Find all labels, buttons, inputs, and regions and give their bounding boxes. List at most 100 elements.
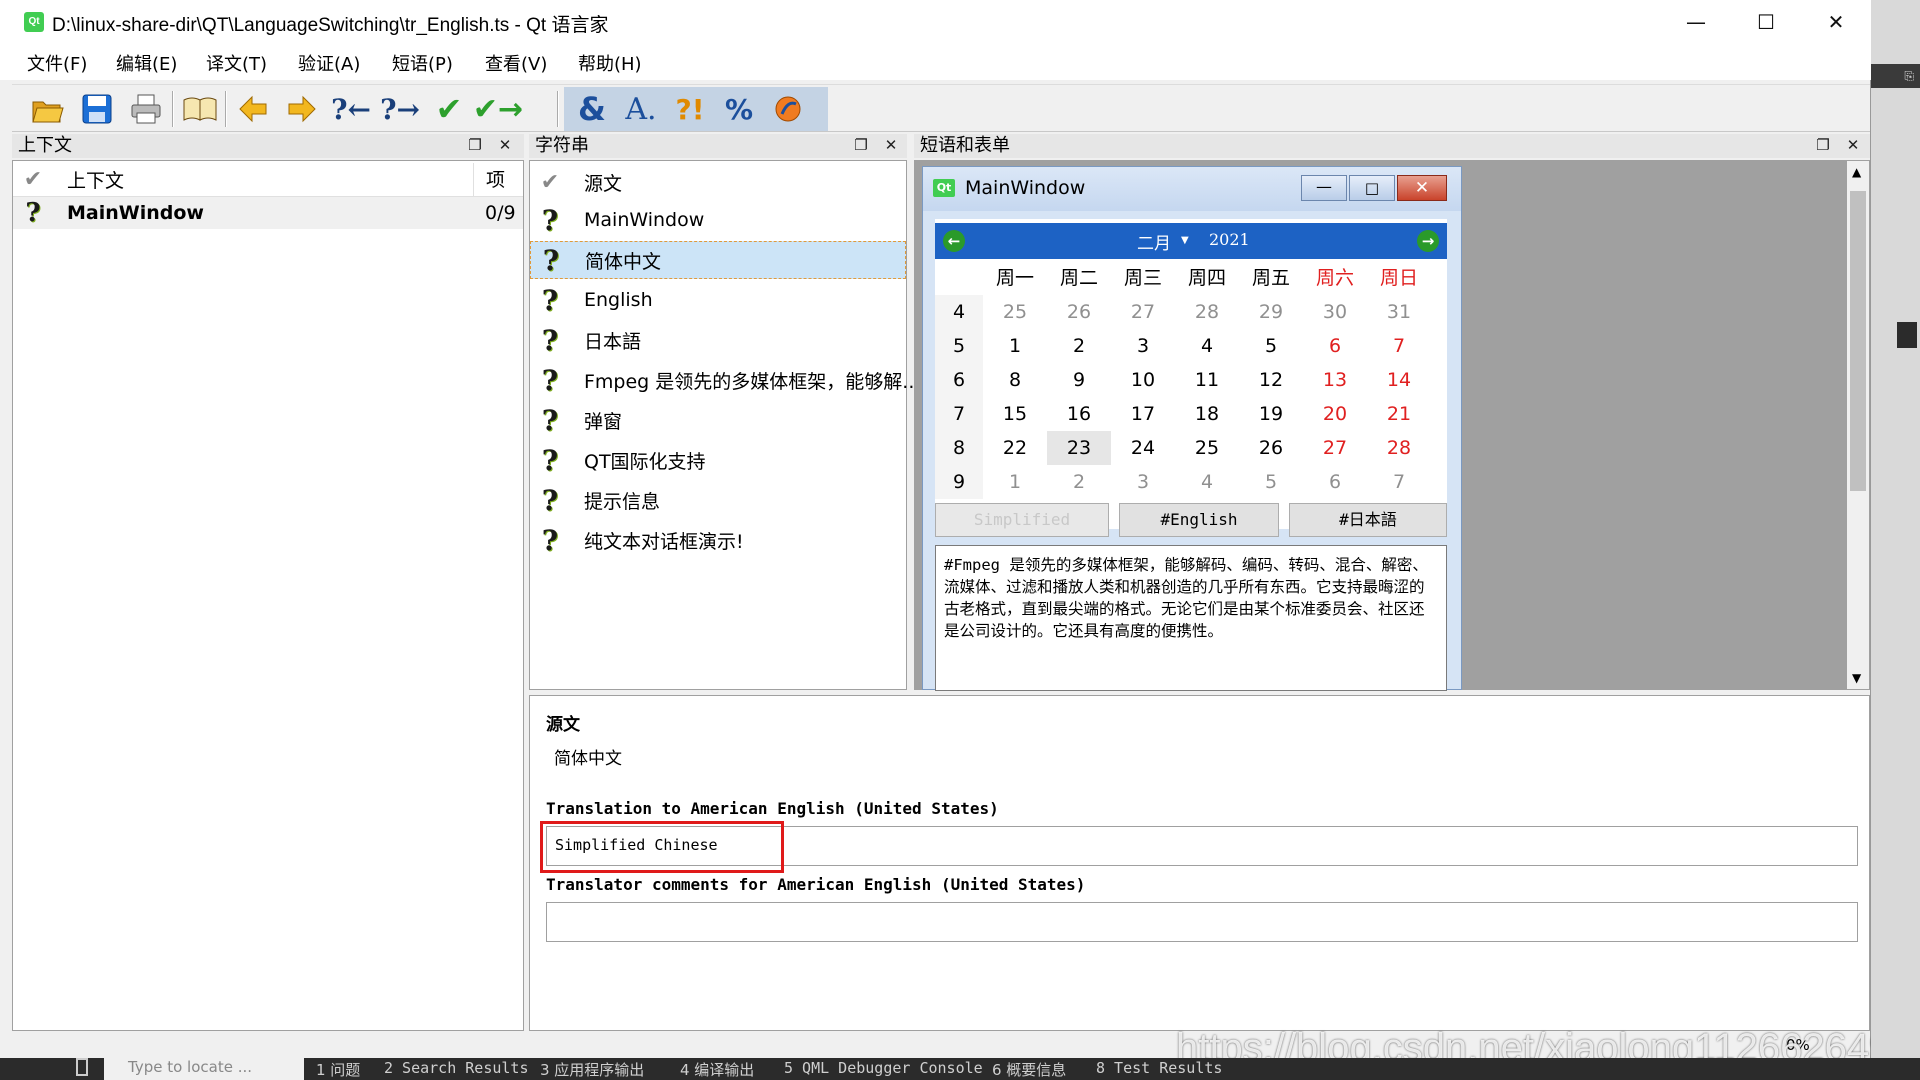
calendar-day[interactable]: 14 <box>1367 363 1431 397</box>
calendar-day[interactable]: 31 <box>1367 295 1431 329</box>
calendar-day[interactable]: 17 <box>1111 397 1175 431</box>
calendar-day[interactable]: 22 <box>983 431 1047 465</box>
close-icon[interactable]: ✕ <box>496 136 514 154</box>
float-icon[interactable]: ❐ <box>466 136 484 154</box>
float-icon[interactable]: ❐ <box>852 136 870 154</box>
calendar-day[interactable]: 3 <box>1111 465 1175 499</box>
calendar-day[interactable]: 16 <box>1047 397 1111 431</box>
month-dropdown-icon[interactable]: ▼ <box>1181 235 1189 246</box>
calendar-day[interactable]: 25 <box>1175 431 1239 465</box>
menu-help[interactable]: 帮助(H) <box>578 50 642 76</box>
string-row[interactable]: ? English <box>530 281 906 319</box>
form-close-button[interactable]: ✕ <box>1397 175 1447 201</box>
calendar-day[interactable]: 15 <box>983 397 1047 431</box>
prev-icon[interactable] <box>231 87 275 131</box>
comments-field[interactable] <box>546 902 1858 942</box>
calendar-day[interactable]: 7 <box>1367 465 1431 499</box>
tab-test-results[interactable]: 8 Test Results <box>1096 1059 1222 1077</box>
tab-issues[interactable]: 1 问题 <box>316 1059 360 1080</box>
string-row[interactable]: ? MainWindow <box>530 201 906 239</box>
calendar-day[interactable]: 19 <box>1239 397 1303 431</box>
scroll-down-icon[interactable]: ▼ <box>1852 671 1861 685</box>
scroll-up-icon[interactable]: ▲ <box>1852 165 1861 179</box>
menu-view[interactable]: 查看(V) <box>485 50 547 76</box>
locator-input[interactable]: Type to locate ... <box>104 1058 304 1080</box>
calendar-day[interactable]: 5 <box>1239 329 1303 363</box>
open-icon[interactable] <box>26 87 70 131</box>
string-row-selected[interactable]: ? 简体中文 <box>530 241 906 279</box>
tab-application-output[interactable]: 3 应用程序输出 <box>540 1059 644 1080</box>
calendar-day[interactable]: 26 <box>1239 431 1303 465</box>
sidebar-toggle-icon[interactable] <box>76 1058 88 1076</box>
done-next-icon[interactable]: ✔→ <box>473 87 523 131</box>
calendar-day[interactable]: 1 <box>983 329 1047 363</box>
phrase-match-icon[interactable]: ?! <box>668 87 712 131</box>
tab-qml-debugger[interactable]: 5 QML Debugger Console <box>784 1059 983 1077</box>
calendar-day[interactable]: 3 <box>1111 329 1175 363</box>
menu-phrases[interactable]: 短语(P) <box>392 50 453 76</box>
calendar-day[interactable]: 8 <box>983 363 1047 397</box>
prev-month-icon[interactable]: ← <box>943 230 965 252</box>
close-icon[interactable]: ✕ <box>1844 136 1862 154</box>
next-month-icon[interactable]: → <box>1417 230 1439 252</box>
calendar-day[interactable]: 30 <box>1303 295 1367 329</box>
calendar-day[interactable]: 4 <box>1175 329 1239 363</box>
tab-search-results[interactable]: 2 Search Results <box>384 1059 529 1077</box>
form-text-area[interactable]: #Fmpeg 是领先的多媒体框架，能够解码、编码、转码、混合、解密、流媒体、过滤… <box>935 545 1447 691</box>
form-minimize-button[interactable]: — <box>1301 175 1347 201</box>
accelerator-icon[interactable]: & <box>570 87 614 131</box>
string-row[interactable]: ? 提示信息 <box>530 481 906 519</box>
next-unfinished-icon[interactable]: ?→ <box>378 87 422 131</box>
maximize-button[interactable]: ☐ <box>1731 0 1801 44</box>
calendar-day[interactable]: 23 <box>1047 431 1111 465</box>
menu-file[interactable]: 文件(F) <box>27 50 87 76</box>
calendar-month[interactable]: 二月 <box>1137 229 1171 254</box>
punctuation-icon[interactable]: A. <box>619 87 663 131</box>
calendar-year[interactable]: 2021 <box>1209 230 1250 249</box>
form-maximize-button[interactable]: □ <box>1349 175 1395 201</box>
calendar-day[interactable]: 7 <box>1367 329 1431 363</box>
calendar-day[interactable]: 9 <box>1047 363 1111 397</box>
calendar-day[interactable]: 2 <box>1047 465 1111 499</box>
close-button[interactable]: ✕ <box>1801 0 1871 44</box>
prev-unfinished-icon[interactable]: ?← <box>329 87 373 131</box>
string-row[interactable]: ? QT国际化支持 <box>530 441 906 479</box>
minimize-button[interactable]: — <box>1661 0 1731 44</box>
calendar-day[interactable]: 24 <box>1111 431 1175 465</box>
calendar-day[interactable]: 13 <box>1303 363 1367 397</box>
calendar-day[interactable]: 1 <box>983 465 1047 499</box>
calendar-day[interactable]: 21 <box>1367 397 1431 431</box>
context-row[interactable]: ? MainWindow 0/9 <box>13 197 523 229</box>
float-icon[interactable]: ❐ <box>1814 136 1832 154</box>
calendar-day[interactable]: 5 <box>1239 465 1303 499</box>
tab-general-messages[interactable]: 6 概要信息 <box>992 1059 1066 1080</box>
string-row[interactable]: ? 弹窗 <box>530 401 906 439</box>
done-icon[interactable]: ✔ <box>427 87 471 131</box>
calendar-day[interactable]: 27 <box>1111 295 1175 329</box>
close-icon[interactable]: ✕ <box>882 136 900 154</box>
scrollbar-thumb[interactable] <box>1850 191 1866 491</box>
next-icon[interactable] <box>280 87 324 131</box>
calendar-day[interactable]: 10 <box>1111 363 1175 397</box>
string-row[interactable]: ? 日本語 <box>530 321 906 359</box>
calendar-day[interactable]: 26 <box>1047 295 1111 329</box>
calendar-day[interactable]: 20 <box>1303 397 1367 431</box>
calendar-day[interactable]: 27 <box>1303 431 1367 465</box>
calendar-day[interactable]: 2 <box>1047 329 1111 363</box>
calendar-day[interactable]: 4 <box>1175 465 1239 499</box>
surrounding-whitespace-icon[interactable] <box>766 87 810 131</box>
phrasebook-icon[interactable] <box>178 87 222 131</box>
calendar-day[interactable]: 18 <box>1175 397 1239 431</box>
menu-edit[interactable]: 编辑(E) <box>116 50 177 76</box>
save-icon[interactable] <box>75 87 119 131</box>
vertical-scrollbar[interactable]: ▲ ▼ <box>1847 161 1869 689</box>
simplified-chinese-button[interactable]: Simplified Chinese <box>935 503 1109 561</box>
tab-compile-output[interactable]: 4 编译输出 <box>680 1059 754 1080</box>
string-row[interactable]: ? Fmpeg 是领先的多媒体框架，能够解... <box>530 361 921 399</box>
calendar-day[interactable]: 6 <box>1303 329 1367 363</box>
calendar-day[interactable]: 29 <box>1239 295 1303 329</box>
calendar-day[interactable]: 25 <box>983 295 1047 329</box>
placemarker-icon[interactable]: % <box>717 87 761 131</box>
string-row[interactable]: ? 纯文本对话框演示! <box>530 521 906 559</box>
english-button[interactable]: #English <box>1119 503 1279 537</box>
